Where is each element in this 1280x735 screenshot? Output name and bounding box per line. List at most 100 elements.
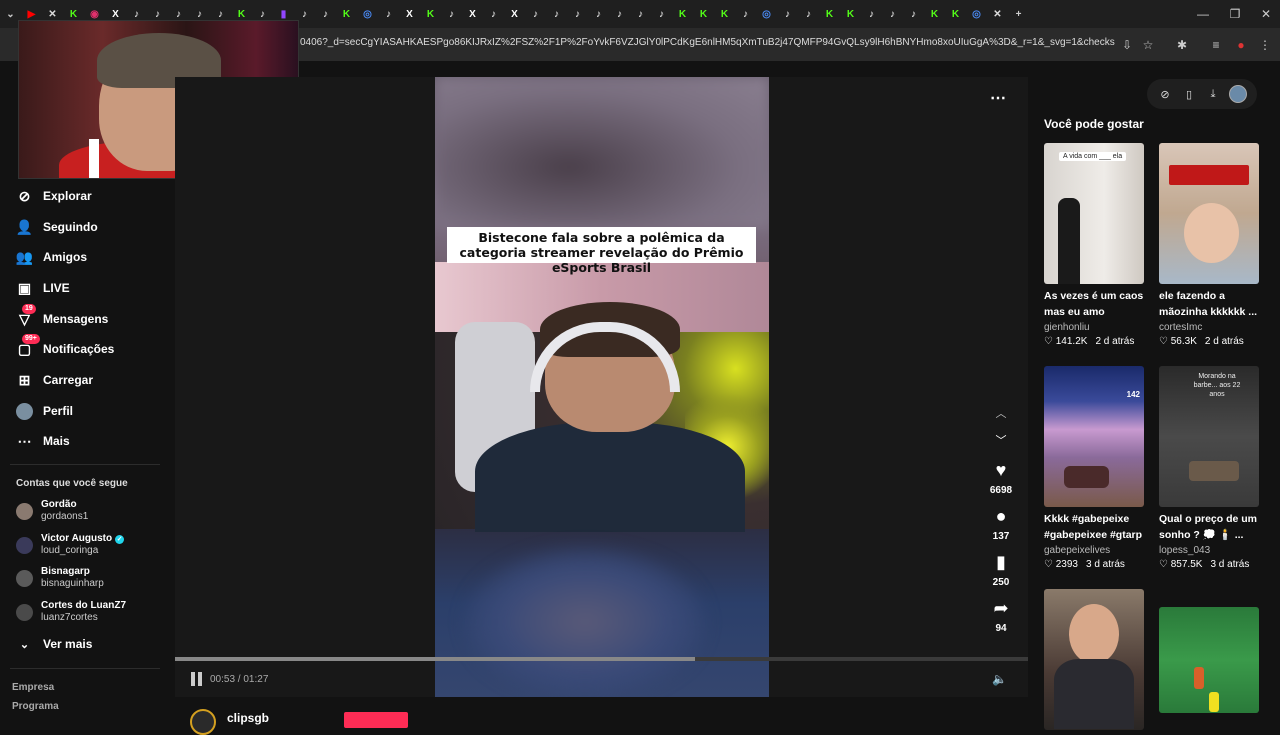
minimize-icon[interactable]: — xyxy=(1187,0,1219,28)
footer-link-empresa[interactable]: Empresa xyxy=(12,682,54,693)
video-thumbnail[interactable]: Morando na barbe... aos 22 anos xyxy=(1159,366,1259,507)
kick-tab-icon[interactable]: K xyxy=(924,0,945,28)
tiktok-tab-icon[interactable]: ♪ xyxy=(903,0,924,28)
recommended-video[interactable]: 142 Kkkk #gabepeixe #gabepeixee #gtarp g… xyxy=(1044,366,1144,570)
close-tab-icon[interactable]: ✕ xyxy=(987,0,1008,28)
video-thumbnail[interactable]: A vida com ___ ela xyxy=(1044,143,1144,284)
sidebar-item-explorar[interactable]: ⊘ Explorar xyxy=(16,185,92,207)
author-name[interactable]: clipsgb xyxy=(227,711,269,725)
sidebar-item-carregar[interactable]: ⊞ Carregar xyxy=(16,369,93,391)
sidebar-item-seguindo[interactable]: 👤 Seguindo xyxy=(16,216,98,238)
tiktok-tab-icon[interactable]: ♪ xyxy=(483,0,504,28)
followed-account[interactable]: Gordão gordaons1 xyxy=(16,497,88,525)
install-app-icon[interactable]: ⇩ xyxy=(1118,36,1136,54)
x-tab-icon[interactable]: X xyxy=(504,0,525,28)
extensions-icon[interactable]: ✱ xyxy=(1173,36,1191,54)
see-more-button[interactable]: ⌄ Ver mais xyxy=(16,633,92,655)
kick-tab-icon[interactable]: K xyxy=(840,0,861,28)
tiktok-tab-icon[interactable]: ♪ xyxy=(315,0,336,28)
sidebar-item-label: Mais xyxy=(43,434,70,448)
profile-icon[interactable]: ● xyxy=(1232,36,1250,54)
video-thumbnail[interactable]: 142 xyxy=(1044,366,1144,507)
comment-button[interactable]: ● 137 xyxy=(985,505,1017,542)
compass-icon[interactable]: ⊘ xyxy=(1157,88,1173,101)
followed-account[interactable]: Victor Augusto ✓ loud_coringa xyxy=(16,531,125,559)
sidebar-item-label: LIVE xyxy=(43,281,70,295)
video-thumbnail[interactable] xyxy=(1159,143,1259,284)
x-tab-icon[interactable]: X xyxy=(399,0,420,28)
tiktok-tab-icon[interactable]: ♪ xyxy=(588,0,609,28)
save-button[interactable]: ▮ 250 xyxy=(985,551,1017,588)
notifications-icon: ▢ 99+ xyxy=(16,333,40,358)
bookmark-star-icon[interactable]: ☆ xyxy=(1139,36,1157,54)
tiktok-tab-icon[interactable]: ♪ xyxy=(882,0,903,28)
recommended-video[interactable] xyxy=(1044,589,1144,730)
kick-tab-icon[interactable]: K xyxy=(714,0,735,28)
tiktok-tab-icon[interactable]: ♪ xyxy=(441,0,462,28)
kick-tab-icon[interactable]: K xyxy=(819,0,840,28)
thumbnail-baby xyxy=(1184,203,1239,263)
video-age: 2 d atrás xyxy=(1095,336,1135,347)
recommended-video[interactable]: A vida com ___ ela As vezes é um caos ma… xyxy=(1044,143,1144,347)
previous-video-icon[interactable]: ︿ xyxy=(993,405,1009,421)
tiktok-tab-icon[interactable]: ♪ xyxy=(525,0,546,28)
browser-menu-icon[interactable]: ⋮ xyxy=(1256,36,1274,54)
share-button[interactable]: ➦ 94 xyxy=(985,597,1017,634)
footer-link-programa[interactable]: Programa xyxy=(12,701,59,712)
tiktok-tab-icon[interactable]: ♪ xyxy=(861,0,882,28)
followed-account[interactable]: Bisnagarp bisnaguinharp xyxy=(16,564,104,592)
tiktok-tab-icon[interactable]: ♪ xyxy=(798,0,819,28)
recommended-video[interactable] xyxy=(1159,607,1259,713)
tiktok-tab-icon[interactable]: ♪ xyxy=(567,0,588,28)
like-button[interactable]: ♥ 6698 xyxy=(985,459,1017,496)
media-controls-icon[interactable]: ≡ xyxy=(1207,36,1225,54)
thumbnail-banner xyxy=(1169,165,1249,185)
web-tab-icon[interactable]: ◎ xyxy=(966,0,987,28)
url-field[interactable]: 0406?_d=secCgYIASAHKAESPgo86KIJRxIZ%2FSZ… xyxy=(300,37,1115,48)
heart-outline-icon: ♡ xyxy=(1159,336,1168,347)
sidebar-item-amigos[interactable]: 👥 Amigos xyxy=(16,246,87,268)
tiktok-tab-icon[interactable]: ♪ xyxy=(630,0,651,28)
user-avatar[interactable] xyxy=(1229,85,1247,103)
video-thumbnail[interactable] xyxy=(1159,607,1259,713)
kick-tab-icon[interactable]: K xyxy=(693,0,714,28)
tiktok-tab-icon[interactable]: ♪ xyxy=(609,0,630,28)
video-caption: Bistecone fala sobre a polêmica da categ… xyxy=(447,227,756,275)
sidebar-item-mais[interactable]: ⋯ Mais xyxy=(16,430,70,452)
video-thumbnail[interactable] xyxy=(1044,589,1144,730)
more-options-icon[interactable]: ⋯ xyxy=(990,88,1007,108)
mobile-icon[interactable]: ▯ xyxy=(1181,88,1197,101)
recommended-video[interactable]: ele fazendo a mãozinha kkkkkk ... cortes… xyxy=(1159,143,1259,347)
web-tab-icon[interactable]: ◎ xyxy=(357,0,378,28)
restore-icon[interactable]: ❐ xyxy=(1219,0,1251,28)
new-tab-icon[interactable]: + xyxy=(1008,0,1029,28)
kick-tab-icon[interactable]: K xyxy=(945,0,966,28)
video-frame[interactable] xyxy=(435,77,769,697)
progress-bar[interactable] xyxy=(175,657,1028,661)
window-close-icon[interactable]: ✕ xyxy=(1250,0,1280,28)
kick-tab-icon[interactable]: K xyxy=(672,0,693,28)
download-icon[interactable]: ⤓ xyxy=(1205,88,1221,101)
recommended-video[interactable]: Morando na barbe... aos 22 anos Qual o p… xyxy=(1159,366,1259,570)
tiktok-tab-icon[interactable]: ♪ xyxy=(378,0,399,28)
sidebar-item-mensagens[interactable]: ▽ 19 Mensagens xyxy=(16,303,108,330)
tiktok-tab-icon[interactable]: ♪ xyxy=(546,0,567,28)
kick-tab-icon[interactable]: K xyxy=(336,0,357,28)
web-tab-icon[interactable]: ◎ xyxy=(756,0,777,28)
tiktok-tab-icon[interactable]: ♪ xyxy=(735,0,756,28)
follow-button[interactable] xyxy=(344,712,408,728)
tiktok-tab-icon[interactable]: ♪ xyxy=(777,0,798,28)
author-avatar[interactable] xyxy=(190,709,216,735)
sidebar-item-perfil[interactable]: Perfil xyxy=(16,400,73,422)
next-video-icon[interactable]: ﹀ xyxy=(993,432,1009,448)
x-tab-icon[interactable]: X xyxy=(462,0,483,28)
followed-account[interactable]: Cortes do LuanZ7 luanz7cortes xyxy=(16,598,126,626)
chevron-down-icon: ⌄ xyxy=(19,638,30,651)
kick-tab-icon[interactable]: K xyxy=(420,0,441,28)
sidebar-item-notificacoes[interactable]: ▢ 99+ Notificações xyxy=(16,333,114,360)
pause-button[interactable] xyxy=(191,672,203,686)
tiktok-tab-icon[interactable]: ♪ xyxy=(651,0,672,28)
volume-icon[interactable]: 🔈 xyxy=(992,672,1007,686)
account-name: Victor Augusto xyxy=(41,533,113,544)
sidebar-item-live[interactable]: ▣ LIVE xyxy=(16,277,70,299)
